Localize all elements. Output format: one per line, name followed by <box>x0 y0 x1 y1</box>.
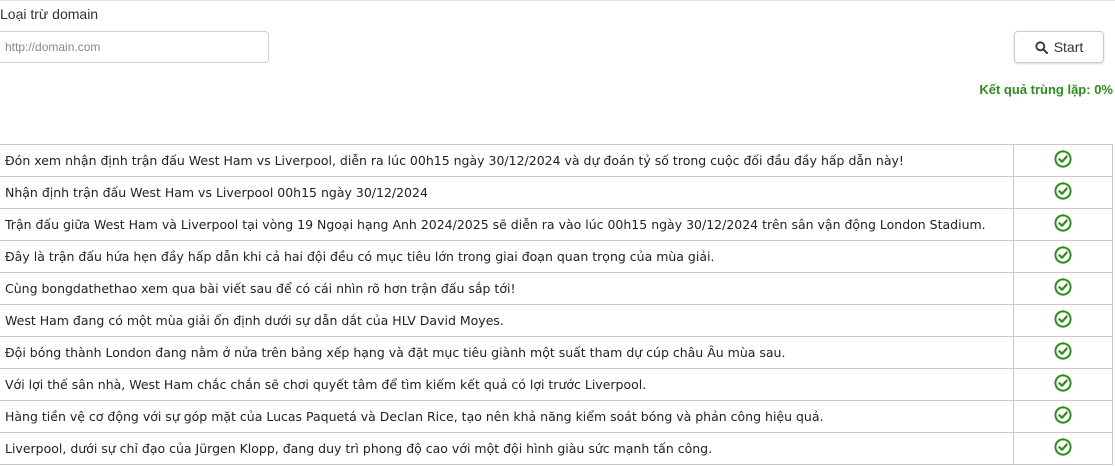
sentence-cell: Với lợi thế sân nhà, West Ham chắc chắn … <box>0 368 1014 401</box>
table-row: Đội bóng thành London đang nằm ở nửa trê… <box>0 336 1113 369</box>
sentence-cell: Cùng bongdathethao xem qua bài viết sau … <box>0 272 1014 305</box>
sentence-cell: Liverpool, dưới sự chỉ đạo của Jürgen Kl… <box>0 432 1014 465</box>
check-circle-icon <box>1054 182 1072 203</box>
status-cell <box>1013 336 1113 369</box>
sentence-cell: Đây là trận đấu hứa hẹn đầy hấp dẫn khi … <box>0 240 1014 273</box>
check-circle-icon <box>1054 278 1072 299</box>
start-button-label: Start <box>1053 39 1084 55</box>
sentence-cell: Nhận định trận đấu West Ham vs Liverpool… <box>0 176 1014 209</box>
search-icon <box>1035 40 1048 54</box>
table-row: Trận đấu giữa West Ham và Liverpool tại … <box>0 208 1113 241</box>
table-row: Đây là trận đấu hứa hẹn đầy hấp dẫn khi … <box>0 240 1113 273</box>
status-cell <box>1013 400 1113 433</box>
sentence-cell: West Ham đang có một mùa giải ổn định dư… <box>0 304 1014 337</box>
check-circle-icon <box>1054 246 1072 267</box>
duplicate-checker-page: Loại trừ domain Start Kết quả trùng lặp:… <box>0 0 1115 466</box>
duplicate-result-value: 0% <box>1094 82 1113 97</box>
check-circle-icon <box>1054 374 1072 395</box>
check-circle-icon <box>1054 150 1072 171</box>
top-divider <box>0 0 1115 1</box>
table-row: Với lợi thế sân nhà, West Ham chắc chắn … <box>0 368 1113 401</box>
status-cell <box>1013 272 1113 305</box>
check-circle-icon <box>1054 438 1072 459</box>
status-cell <box>1013 432 1113 465</box>
table-row: Cùng bongdathethao xem qua bài viết sau … <box>0 272 1113 305</box>
table-row: Nhận định trận đấu West Ham vs Liverpool… <box>0 176 1113 209</box>
table-row: Đón xem nhận định trận đấu West Ham vs L… <box>0 144 1113 177</box>
duplicate-result-label: Kết quả trùng lặp: <box>979 82 1091 97</box>
table-row: Liverpool, dưới sự chỉ đạo của Jürgen Kl… <box>0 432 1113 465</box>
status-cell <box>1013 208 1113 241</box>
exclude-domain-input[interactable] <box>0 31 269 63</box>
sentence-cell: Đội bóng thành London đang nằm ở nửa trê… <box>0 336 1014 369</box>
status-cell <box>1013 304 1113 337</box>
status-cell <box>1013 368 1113 401</box>
check-circle-icon <box>1054 342 1072 363</box>
check-circle-icon <box>1054 406 1072 427</box>
check-circle-icon <box>1054 310 1072 331</box>
table-row: West Ham đang có một mùa giải ổn định dư… <box>0 304 1113 337</box>
status-cell <box>1013 240 1113 273</box>
exclude-domain-label: Loại trừ domain <box>0 6 99 22</box>
sentence-cell: Trận đấu giữa West Ham và Liverpool tại … <box>0 208 1014 241</box>
sentence-cell: Đón xem nhận định trận đấu West Ham vs L… <box>0 144 1014 177</box>
sentence-cell: Hàng tiền vệ cơ động với sự góp mặt của … <box>0 400 1014 433</box>
status-cell <box>1013 144 1113 177</box>
start-button[interactable]: Start <box>1014 31 1104 63</box>
status-cell <box>1013 176 1113 209</box>
duplicate-result: Kết quả trùng lặp: 0% <box>979 82 1113 97</box>
table-row: Hàng tiền vệ cơ động với sự góp mặt của … <box>0 400 1113 433</box>
check-circle-icon <box>1054 214 1072 235</box>
sentence-results-table: Đón xem nhận định trận đấu West Ham vs L… <box>0 144 1113 465</box>
